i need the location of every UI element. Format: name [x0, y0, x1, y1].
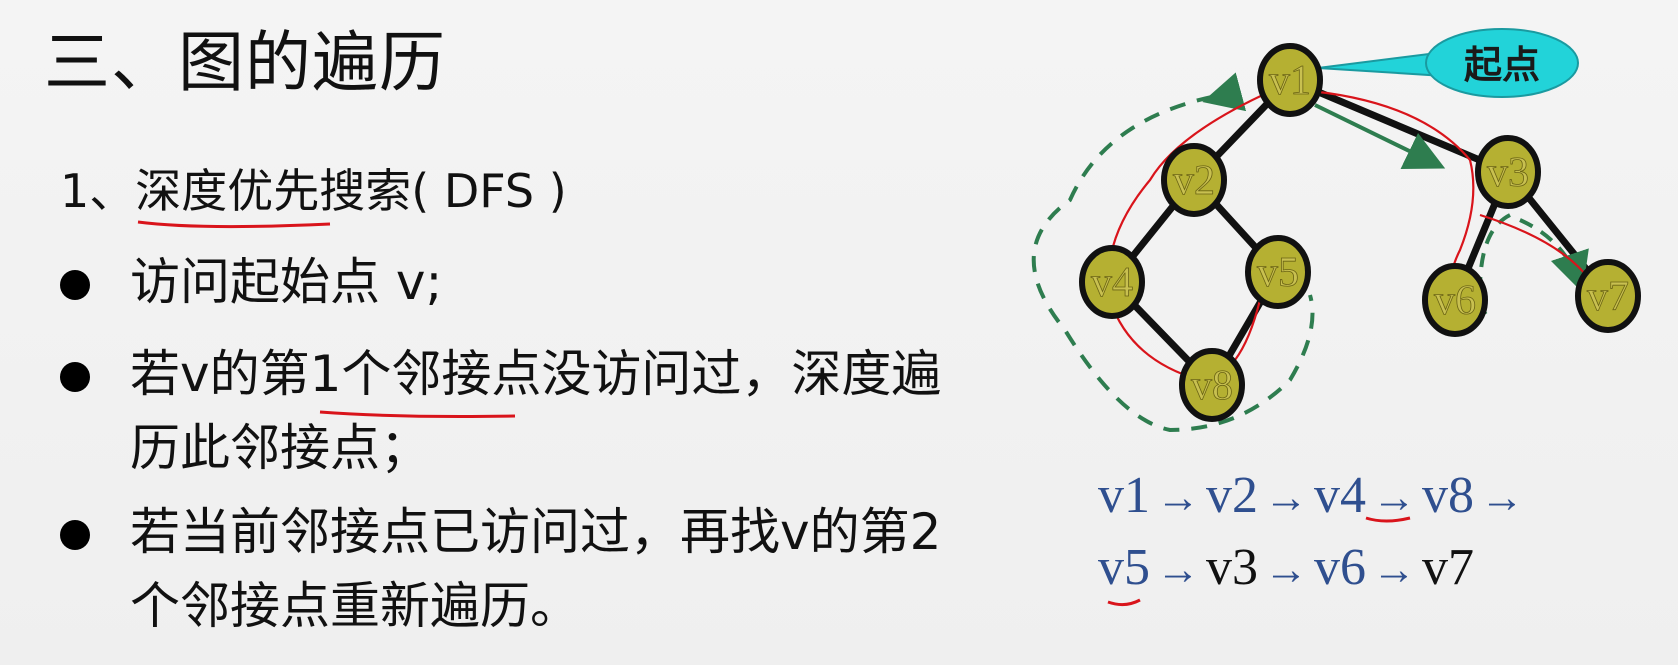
sequence-node: v7: [1422, 539, 1474, 596]
graph-node-label: v1: [1269, 58, 1311, 104]
graph-node-v4: v4: [1079, 245, 1145, 319]
graph-node-v5: v5: [1245, 235, 1311, 309]
sequence-node: v1: [1098, 467, 1150, 524]
graph-node-label: v7: [1587, 274, 1629, 320]
graph-node-label: v6: [1434, 278, 1476, 324]
traversal-sequence-row-2: v5 → v3 → v6 → v7: [1098, 542, 1474, 594]
sequence-arrow: →: [1264, 545, 1308, 594]
graph-node-label: v4: [1091, 260, 1133, 306]
sequence-node: v3: [1206, 539, 1258, 596]
sequence-node: v5: [1098, 539, 1150, 596]
sequence-arrow: →: [1372, 545, 1416, 594]
traversal-sequence-row-1: v1 → v2 → v4 → v8 →: [1098, 470, 1530, 522]
sequence-node: v8: [1422, 467, 1474, 524]
sequence-arrow: →: [1156, 545, 1200, 594]
graph-node-label: v3: [1487, 150, 1529, 196]
sequence-node: v4: [1314, 467, 1366, 524]
sequence-arrow: →: [1480, 473, 1524, 522]
graph-node-label: v5: [1257, 250, 1299, 296]
graph-node-v2: v2: [1161, 143, 1227, 217]
graph-node-v7: v7: [1575, 259, 1641, 333]
sequence-node: v2: [1206, 467, 1258, 524]
start-callout: 起点: [1317, 28, 1579, 98]
callout-label: 起点: [1464, 43, 1540, 87]
red-scribble-annotation: [1107, 83, 1591, 382]
sequence-arrow: →: [1372, 473, 1416, 522]
sequence-node: v6: [1314, 539, 1366, 596]
graph-node-label: v2: [1173, 158, 1215, 204]
graph-node-v3: v3: [1475, 135, 1541, 209]
graph-node-v8: v8: [1179, 348, 1245, 422]
graph-node-v1: v1: [1257, 43, 1323, 117]
graph-node-v6: v6: [1422, 263, 1488, 337]
graph-node-label: v8: [1191, 363, 1233, 409]
sequence-arrow: →: [1264, 473, 1308, 522]
sequence-arrow: →: [1156, 473, 1200, 522]
